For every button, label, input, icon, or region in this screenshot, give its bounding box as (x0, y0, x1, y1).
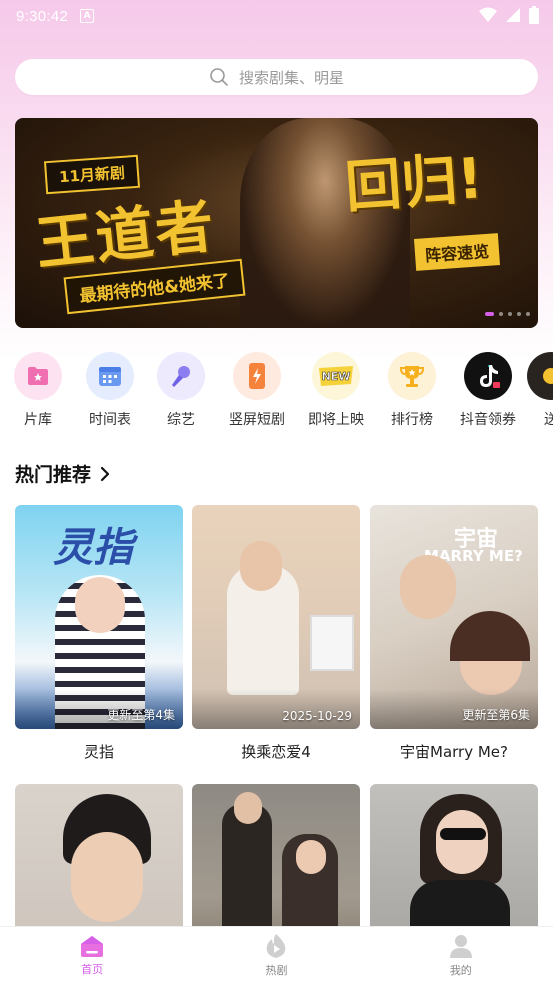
pagination-dot[interactable] (499, 312, 503, 316)
show-title: 宇宙Marry Me? (400, 743, 508, 761)
battery-icon (529, 6, 539, 24)
hot-recommend-header[interactable]: 热门推荐 (15, 460, 111, 487)
category-label: 时间表 (89, 412, 131, 428)
microphone-icon (157, 352, 205, 400)
poster-face (436, 810, 488, 874)
category-label: 综艺 (167, 412, 195, 428)
status-bar: 9:30:42 A (0, 0, 553, 32)
pagination-dot[interactable] (485, 312, 494, 316)
category-label: 送 (544, 412, 553, 428)
poster-face (71, 832, 143, 922)
search-placeholder: 搜索剧集、明星 (238, 68, 344, 87)
status-indicators (479, 6, 539, 24)
category-schedule[interactable]: 时间表 (74, 352, 146, 429)
banner-title-right: 回归! (343, 146, 485, 221)
notification-icon: A (80, 9, 95, 23)
pagination-dot[interactable] (508, 312, 512, 316)
category-gift[interactable]: 送 (515, 352, 553, 429)
poster-face (296, 840, 326, 874)
category-coming-soon[interactable]: NEW 即将上映 (300, 352, 372, 429)
show-poster: 灵指 更新至第4集 (15, 505, 183, 729)
show-poster: 2025-10-29 (192, 505, 360, 729)
sunglasses-icon (440, 828, 486, 840)
category-label: 竖屏短剧 (229, 412, 285, 428)
film-library-icon (14, 352, 62, 400)
category-short-drama[interactable]: 竖屏短剧 (221, 352, 293, 429)
category-tiktok-coupon[interactable]: 抖音领券 (452, 352, 524, 429)
poster-hair (450, 611, 530, 661)
chevron-right-icon (100, 466, 110, 481)
gift-icon (527, 352, 553, 400)
banner-subtitle-right: 阵容速览 (413, 233, 501, 271)
poster-monitor (310, 615, 354, 671)
poster-face (234, 792, 262, 824)
new-badge-icon: NEW (312, 352, 360, 400)
user-icon (449, 935, 472, 958)
poster-face (240, 541, 282, 591)
signal-icon (506, 8, 520, 22)
show-card[interactable]: 灵指 更新至第4集 灵指 (15, 505, 183, 762)
show-card[interactable]: 宇宙 MARRY ME? 更新至第6集 宇宙Marry Me? (370, 505, 538, 762)
lightning-phone-icon (233, 352, 281, 400)
bottom-tab-bar: 首页 热剧 我的 (0, 926, 553, 984)
promo-banner[interactable]: 11月新剧 王道者 回归! 最期待的他&她来了 阵容速览 (15, 118, 538, 328)
category-label: 排行榜 (391, 412, 433, 428)
tab-label: 我的 (449, 964, 472, 977)
trophy-icon (388, 352, 436, 400)
tab-home[interactable]: 首页 (32, 934, 152, 977)
category-label: 片库 (24, 412, 52, 428)
show-poster: 宇宙 MARRY ME? 更新至第6集 (370, 505, 538, 729)
poster-face (400, 555, 456, 619)
search-input[interactable]: 搜索剧集、明星 (15, 59, 538, 95)
category-label: 即将上映 (308, 412, 364, 428)
pagination-dot[interactable] (517, 312, 521, 316)
category-ranking[interactable]: 排行榜 (376, 352, 448, 429)
date-badge: 2025-10-29 (282, 709, 352, 723)
category-row: 片库 时间表 综艺 竖屏短剧 NEW 即将上映 排行榜 抖音领券 送 (0, 352, 553, 432)
search-icon (210, 68, 228, 86)
tab-label: 热剧 (265, 964, 288, 977)
play-fire-icon (267, 934, 286, 958)
episode-badge: 更新至第4集 (107, 708, 175, 722)
poster-title-art: 灵指 (53, 525, 133, 571)
section-title: 热门推荐 (15, 464, 92, 486)
poster-face (75, 577, 125, 633)
episode-badge: 更新至第6集 (462, 708, 530, 722)
category-film-library[interactable]: 片库 (2, 352, 74, 429)
banner-pagination (485, 312, 530, 316)
home-icon (81, 936, 104, 957)
category-label: 抖音领券 (460, 412, 516, 428)
show-title: 换乘恋爱4 (241, 743, 311, 761)
status-time: 9:30:42 (16, 7, 69, 25)
tab-hot-drama[interactable]: 热剧 (216, 933, 336, 978)
category-variety[interactable]: 综艺 (145, 352, 217, 429)
svg-text:NEW: NEW (322, 370, 351, 383)
tiktok-icon (464, 352, 512, 400)
show-card[interactable]: 2025-10-29 换乘恋爱4 (192, 505, 360, 762)
wifi-icon (479, 7, 497, 22)
calendar-icon (86, 352, 134, 400)
show-title: 灵指 (83, 743, 114, 761)
tab-label: 首页 (81, 963, 104, 976)
tab-profile[interactable]: 我的 (401, 933, 521, 978)
pagination-dot[interactable] (526, 312, 530, 316)
